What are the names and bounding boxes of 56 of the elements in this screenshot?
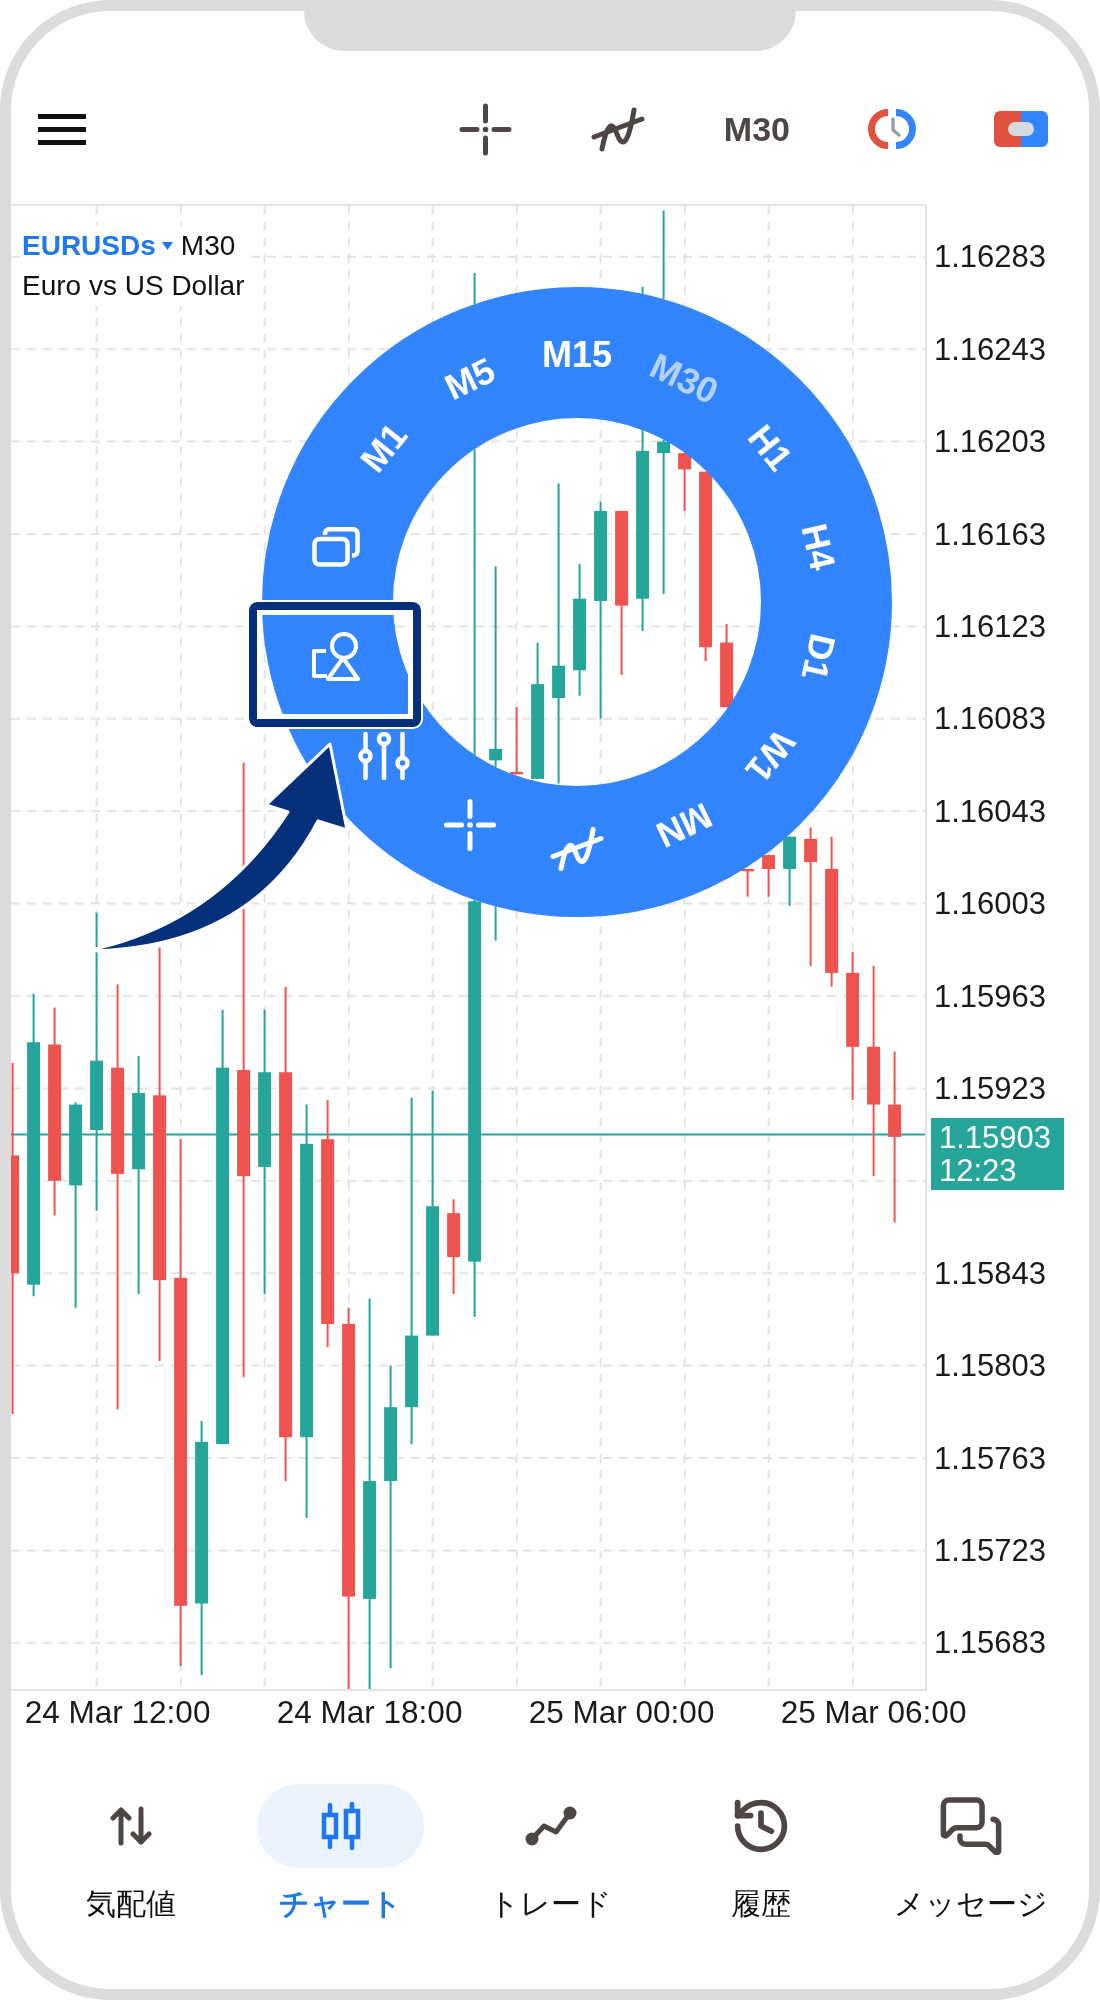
price-label: 1.16003 — [934, 886, 1047, 922]
price-label: 1.16123 — [934, 608, 1047, 644]
symbol-selector[interactable]: EURUSDs — [22, 232, 173, 260]
price-label: 1.15683 — [934, 1625, 1047, 1661]
price-time: 12:23 — [939, 1154, 1018, 1187]
menu-icon[interactable] — [38, 113, 86, 145]
wave-icon[interactable] — [589, 105, 646, 153]
nav-tab[interactable]: トレード — [467, 1784, 634, 1922]
price-label: 1.15963 — [934, 978, 1047, 1014]
timeframe-option[interactable]: M15 — [542, 337, 612, 373]
price-label: 1.15763 — [934, 1440, 1047, 1476]
nav-tab[interactable]: 気配値 — [47, 1784, 214, 1922]
nav-tab[interactable]: メッセージ — [887, 1784, 1054, 1922]
sliders-icon[interactable] — [357, 732, 411, 780]
bearish-candle — [510, 706, 524, 776]
nav-tab[interactable]: 履歴 — [677, 1784, 844, 1922]
price-label: 1.15923 — [934, 1070, 1047, 1106]
speech-bubbles-icon — [939, 1797, 1002, 1855]
price-label: 1.15843 — [934, 1255, 1047, 1291]
timeframe-option[interactable]: M5 — [439, 352, 501, 407]
timeframe-option[interactable]: H4 — [795, 520, 841, 574]
time-label: 25 Mar 06:00 — [780, 1694, 967, 1730]
timeframe-option[interactable]: H1 — [741, 418, 799, 478]
timeframe-option[interactable]: D1 — [795, 630, 841, 684]
shapes-icon[interactable] — [311, 631, 362, 682]
price-label: 1.16203 — [934, 424, 1047, 460]
caret-icon — [161, 242, 173, 250]
timeframe-option[interactable]: MN — [651, 796, 718, 853]
price-value: 1.15903 — [939, 1121, 1053, 1154]
price-label: 1.15723 — [934, 1532, 1047, 1568]
crosshair-icon[interactable] — [458, 102, 512, 156]
windows-icon[interactable] — [312, 527, 361, 568]
price-label: 1.16243 — [934, 331, 1047, 367]
history-icon — [733, 1799, 788, 1853]
price-label: 1.16043 — [934, 793, 1047, 829]
price-label: 1.16083 — [934, 701, 1047, 737]
timeframe-option[interactable]: W1 — [739, 723, 801, 789]
time-label: 25 Mar 00:00 — [528, 1694, 715, 1730]
price-label: 1.16163 — [934, 516, 1047, 552]
timeframe-label: M30 — [180, 232, 236, 260]
time-label: 24 Mar 18:00 — [276, 1694, 463, 1730]
price-label: 1.15803 — [934, 1348, 1047, 1384]
time-label: 24 Mar 12:00 — [24, 1694, 211, 1730]
symbol-description: Euro vs US Dollar — [22, 269, 245, 303]
line-chart-icon — [523, 1805, 578, 1847]
swap-arrows-icon — [109, 1806, 152, 1846]
timeframe-option[interactable]: M30 — [644, 348, 724, 411]
bullish-candle — [783, 835, 797, 907]
bearish-candle — [678, 452, 692, 512]
timeframe-button[interactable]: M30 — [723, 112, 790, 146]
clock-icon[interactable] — [868, 109, 916, 149]
bearish-candle — [762, 854, 776, 898]
timeframe-option[interactable]: M1 — [354, 417, 414, 479]
price-label: 1.16283 — [934, 239, 1047, 275]
toggle-icon[interactable] — [994, 111, 1048, 147]
bearish-candle — [741, 867, 755, 898]
